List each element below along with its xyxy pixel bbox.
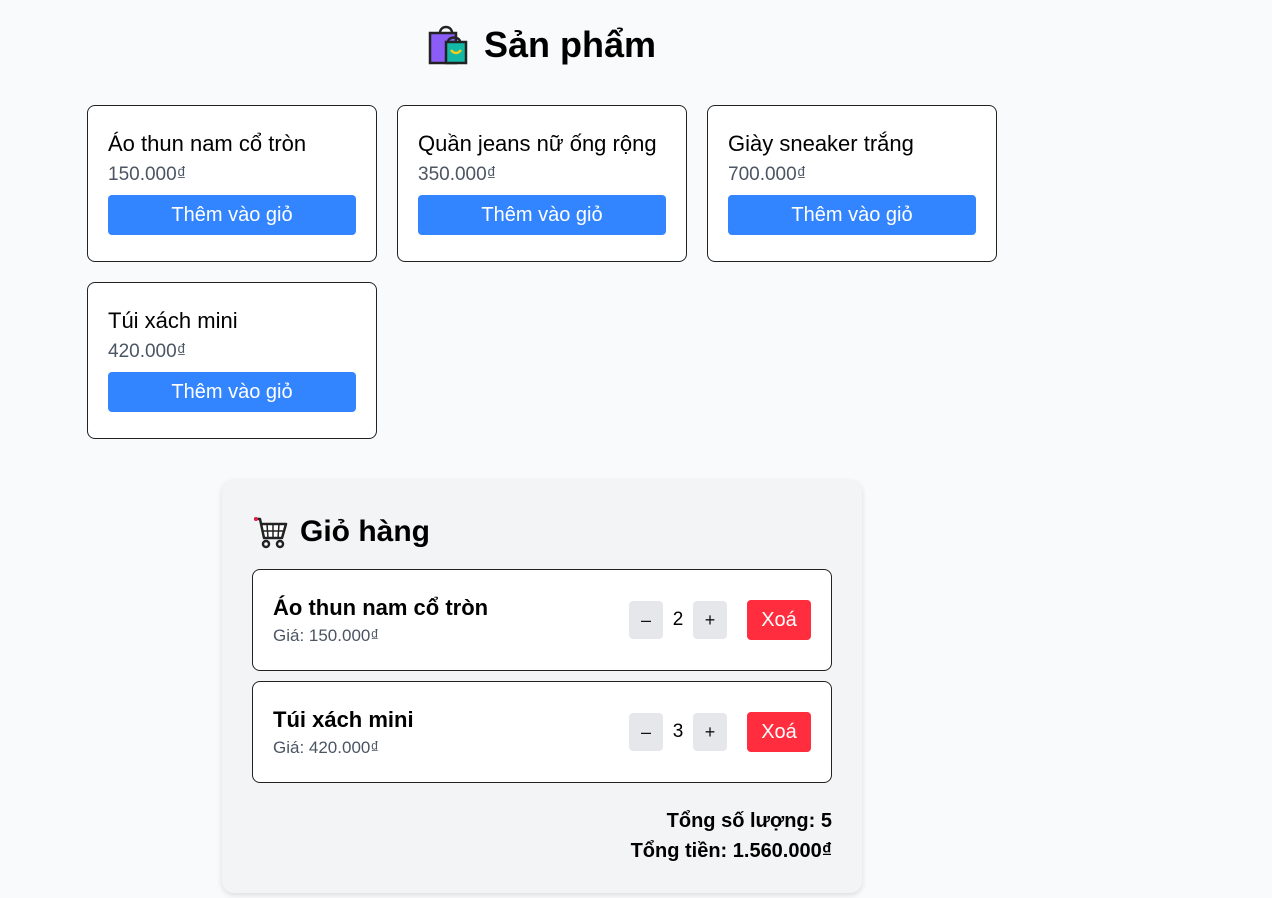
remove-item-button[interactable]: Xoá (747, 600, 811, 640)
quantity-value: 2 (672, 609, 684, 630)
increase-quantity-button[interactable]: + (693, 713, 727, 751)
product-name: Túi xách mini (108, 308, 238, 333)
add-to-cart-button[interactable]: Thêm vào giỏ (108, 372, 356, 412)
cart-item-name: Túi xách mini (273, 707, 414, 732)
quantity-value: 3 (672, 721, 684, 742)
cart-title: Giỏ hàng (300, 515, 430, 548)
cart-item-info: Áo thun nam cổ tròn Giá: 150.000₫ (273, 594, 488, 646)
remove-item-button[interactable]: Xoá (747, 712, 811, 752)
shopping-cart-icon (252, 514, 290, 550)
increase-quantity-button[interactable]: + (693, 601, 727, 639)
cart-panel: Giỏ hàng Áo thun nam cổ tròn Giá: 150.00… (222, 480, 862, 893)
shopping-bags-icon (426, 23, 470, 67)
add-to-cart-button[interactable]: Thêm vào giỏ (418, 195, 666, 235)
product-name: Quần jeans nữ ống rộng (418, 131, 657, 156)
cart-item: Túi xách mini Giá: 420.000₫ – 3 + Xoá (252, 681, 832, 783)
total-quantity: Tổng số lượng: 5 (666, 810, 832, 832)
add-to-cart-button[interactable]: Thêm vào giỏ (728, 195, 976, 235)
product-name: Áo thun nam cổ tròn (108, 131, 307, 156)
cart-item-controls: – 3 + Xoá (629, 712, 811, 752)
page-title: Sản phẩm (484, 24, 657, 65)
products-header: Sản phẩm (426, 22, 656, 68)
cart-item: Áo thun nam cổ tròn Giá: 150.000₫ – 2 + … (252, 569, 832, 671)
product-price: 150.000₫ (108, 164, 187, 185)
cart-item-controls: – 2 + Xoá (629, 600, 811, 640)
product-card: Áo thun nam cổ tròn 150.000₫ Thêm vào gi… (87, 105, 377, 262)
total-price: Tổng tiền: 1.560.000₫ (630, 840, 832, 862)
cart-item-price: Giá: 150.000₫ (273, 626, 380, 645)
cart-item-name: Áo thun nam cổ tròn (273, 595, 489, 620)
product-grid: Áo thun nam cổ tròn 150.000₫ Thêm vào gi… (87, 105, 997, 439)
decrease-quantity-button[interactable]: – (629, 601, 663, 639)
cart-item-price: Giá: 420.000₫ (273, 738, 380, 757)
cart-item-info: Túi xách mini Giá: 420.000₫ (273, 706, 414, 758)
product-card: Túi xách mini 420.000₫ Thêm vào giỏ (87, 282, 377, 439)
cart-header: Giỏ hàng (252, 512, 832, 552)
product-price: 700.000₫ (728, 164, 807, 185)
decrease-quantity-button[interactable]: – (629, 713, 663, 751)
product-card: Giày sneaker trắng 700.000₫ Thêm vào giỏ (707, 105, 997, 262)
product-name: Giày sneaker trắng (728, 131, 914, 156)
add-to-cart-button[interactable]: Thêm vào giỏ (108, 195, 356, 235)
product-price: 420.000₫ (108, 341, 187, 362)
product-card: Quần jeans nữ ống rộng 350.000₫ Thêm vào… (397, 105, 687, 262)
cart-totals: Tổng số lượng: 5 Tổng tiền: 1.560.000₫ (252, 806, 832, 866)
product-price: 350.000₫ (418, 164, 497, 185)
